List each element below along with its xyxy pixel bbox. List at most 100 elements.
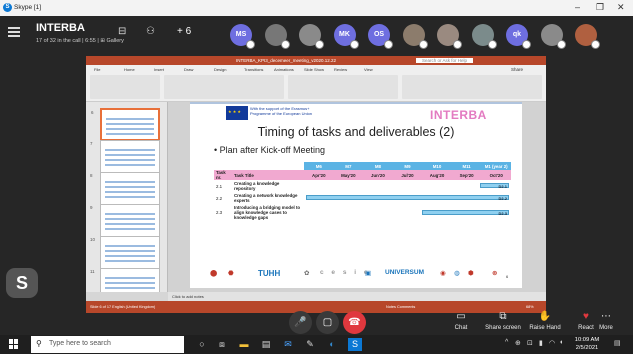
microphone-off-icon: 🎤 xyxy=(294,317,307,328)
ribbon-group-clipboard[interactable] xyxy=(90,75,160,99)
current-slide[interactable]: With the support of the Erasmus+ Program… xyxy=(190,102,522,288)
extra-participants-count[interactable]: + 6 xyxy=(177,26,191,37)
ppt-tab[interactable]: Transitions xyxy=(244,67,263,72)
task-title: Creating a network knowledge experts xyxy=(234,193,298,203)
slide-thumbnail[interactable]: 11 xyxy=(90,268,160,292)
participant-avatar[interactable] xyxy=(540,24,566,49)
participant-avatar[interactable] xyxy=(471,24,497,49)
participant-avatar[interactable] xyxy=(575,24,600,49)
ppt-tab[interactable]: File xyxy=(94,67,100,72)
status-zoom[interactable]: 68% xyxy=(526,305,534,309)
participant-avatar[interactable] xyxy=(299,24,324,49)
skype-taskbar-icon[interactable]: S xyxy=(348,338,362,351)
windows-start-icon[interactable] xyxy=(9,339,19,349)
thumbnail-line xyxy=(105,186,155,188)
muted-mic-icon xyxy=(453,40,462,49)
ppt-tab[interactable]: Review xyxy=(334,67,347,72)
task-view-icon[interactable]: ⧈ xyxy=(215,338,229,351)
maximize-button[interactable]: ❐ xyxy=(596,2,604,13)
thumbnail-line xyxy=(106,133,154,135)
participant-avatar[interactable]: MK xyxy=(333,24,359,49)
tray-battery-icon[interactable]: ▮ xyxy=(539,339,543,347)
clock-date[interactable]: 2/5/2021 xyxy=(569,345,605,351)
logo-people-icon: ✿ xyxy=(304,270,310,277)
muted-mic-icon xyxy=(418,40,428,49)
logo-circle-icon: ◍ xyxy=(454,270,460,277)
mail-icon[interactable]: ✉ xyxy=(281,338,295,351)
thumbnail-line xyxy=(105,149,155,151)
ppt-share-button[interactable]: Share xyxy=(511,67,523,72)
ppt-tab[interactable]: Animations xyxy=(274,67,294,72)
hang-up-icon: ☎ xyxy=(348,317,361,328)
tray-network-icon[interactable]: ⊡ xyxy=(527,339,533,347)
month-cell: M9 xyxy=(392,162,423,170)
more-button[interactable]: ⋯ More xyxy=(583,311,629,331)
minimize-button[interactable]: – xyxy=(575,2,580,12)
slide-thumbnail[interactable]: 9 xyxy=(90,204,160,237)
logo-badge-icon: ⬤ xyxy=(210,270,218,277)
slide-thumbnail[interactable]: 7 xyxy=(90,140,160,173)
slide-page-number: 6 xyxy=(506,274,509,279)
window-title-bar: S Skype [1] – ❐ ✕ xyxy=(0,0,633,16)
ppt-search-box[interactable]: Search or Ask for Help xyxy=(416,58,474,63)
table-header-row: Task nr. Task Title Apr'20 May'20 Jun'20 Jul'… xyxy=(214,170,511,180)
tray-chevron-icon[interactable]: ^ xyxy=(505,339,508,346)
muted-mic-icon xyxy=(315,40,324,49)
slide-editor: With the support of the Erasmus+ Program… xyxy=(168,102,546,292)
header-date: Jun'20 xyxy=(363,170,393,180)
ribbon-group-paragraph[interactable] xyxy=(288,75,398,99)
slide-thumbnails: 6 7 8 9 10 11 xyxy=(86,102,168,292)
hamburger-menu-icon[interactable] xyxy=(8,27,20,37)
participant-avatar[interactable]: qk xyxy=(506,24,531,49)
thumbnail-number: 7 xyxy=(90,141,93,146)
add-people-icon[interactable]: ⚇ xyxy=(146,26,155,37)
gantt-cell: D2.2 xyxy=(304,192,511,204)
cortana-icon[interactable]: ○ xyxy=(195,338,209,351)
file-explorer-icon[interactable]: ▬ xyxy=(237,338,251,351)
slide-thumbnail[interactable]: 6 xyxy=(91,108,160,141)
mute-button[interactable]: 🎤 xyxy=(289,311,312,334)
thumbnail-line xyxy=(105,287,155,289)
ppt-tab[interactable]: View xyxy=(364,67,373,72)
skype-logo-icon: S xyxy=(3,3,12,12)
participant-avatar[interactable]: MS xyxy=(230,24,255,49)
tray-volume-icon[interactable]: ◖ xyxy=(559,339,563,346)
participant-avatar[interactable] xyxy=(437,24,462,49)
slide-thumbnail[interactable]: 8 xyxy=(90,172,160,205)
edge-icon[interactable]: ◐ xyxy=(325,338,339,351)
muted-mic-icon xyxy=(556,40,566,49)
slide-thumbnail[interactable]: 10 xyxy=(90,236,160,269)
self-avatar[interactable]: S xyxy=(6,268,38,298)
ppt-tab[interactable]: Slide Show xyxy=(304,67,324,72)
ppt-tab[interactable]: Insert xyxy=(154,67,164,72)
clock-time[interactable]: 10:09 AM xyxy=(569,337,605,343)
ppt-tab[interactable]: Draw xyxy=(184,67,193,72)
close-button[interactable]: ✕ xyxy=(617,2,625,13)
hand-icon: ✋ xyxy=(538,311,552,322)
share-screen-label: Share screen xyxy=(485,325,521,331)
participant-avatar[interactable]: OS xyxy=(368,24,393,49)
ribbon-group-drawing[interactable] xyxy=(402,75,542,99)
share-screen-button[interactable]: ⧉ Share screen xyxy=(480,311,526,331)
notes-pane[interactable]: Click to add notes xyxy=(168,292,546,301)
ribbon-group-font[interactable] xyxy=(164,75,284,99)
tray-app-icon[interactable]: ⊕ xyxy=(515,339,521,347)
taskbar-search[interactable]: ⚲ Type here to search xyxy=(31,336,184,353)
chat-button[interactable]: ▭ Chat xyxy=(438,311,484,331)
ppt-tab[interactable]: Home xyxy=(124,67,135,72)
store-icon[interactable]: ▤ xyxy=(259,338,273,351)
participant-avatar[interactable] xyxy=(402,24,428,49)
end-call-button[interactable]: ☎ xyxy=(343,311,366,334)
video-button[interactable]: ▢ xyxy=(316,311,339,334)
raise-hand-button[interactable]: ✋ Raise Hand xyxy=(522,311,568,331)
ppt-tab[interactable]: Design xyxy=(214,67,226,72)
participant-avatar[interactable] xyxy=(264,24,290,49)
gantt-track: D2.2 xyxy=(306,193,509,203)
layout-icon[interactable]: ⊟ xyxy=(118,26,126,37)
pen-icon[interactable]: ✎ xyxy=(303,338,317,351)
status-notes-comments[interactable]: Notes Comments xyxy=(386,305,415,309)
tray-wifi-icon[interactable]: ◠ xyxy=(549,339,555,347)
notifications-icon[interactable]: ▤ xyxy=(614,339,621,347)
call-status: 17 of 32 in the call | 6:55 | ⊞ Gallery xyxy=(36,38,124,44)
header-date: Oct'20 xyxy=(481,170,511,180)
